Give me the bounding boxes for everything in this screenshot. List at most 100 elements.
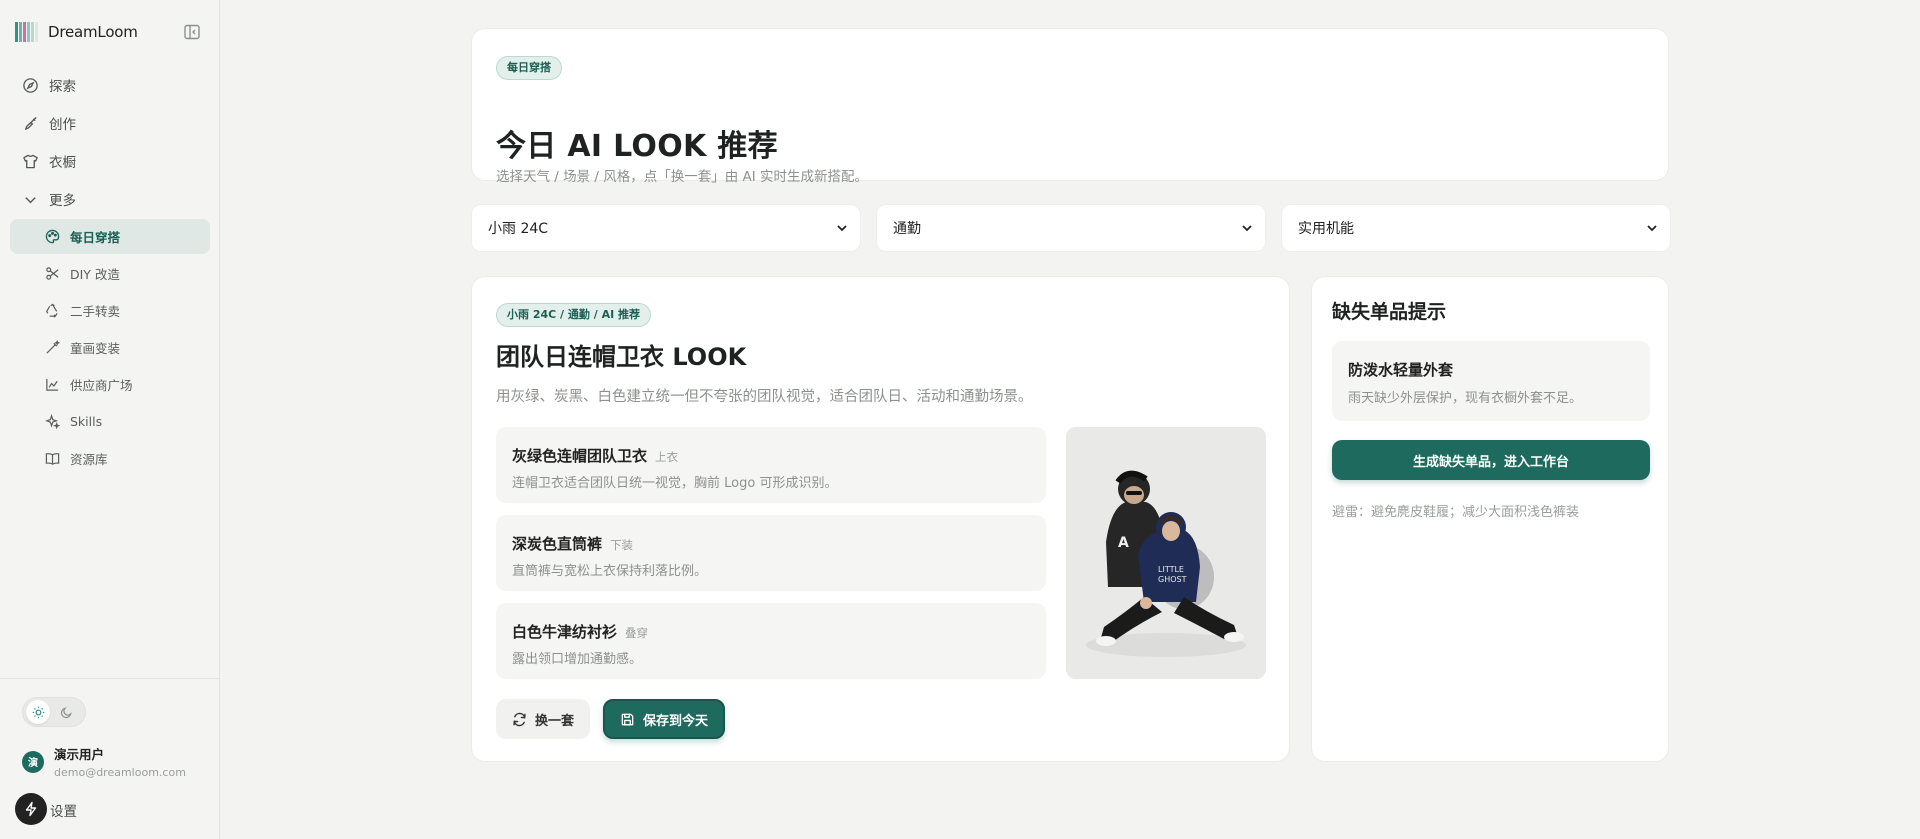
- dark-theme-option[interactable]: [54, 700, 78, 724]
- missing-item-desc: 雨天缺少外层保护，现有衣橱外套不足。: [1348, 391, 1583, 406]
- scene-select[interactable]: 通勤: [876, 204, 1266, 252]
- scissors-icon: [46, 267, 59, 280]
- sun-icon: [32, 706, 44, 718]
- hero-card: 每日穿搭 今日 AI LOOK 推荐 选择天气 / 场景 / 风格，点「换一套」…: [471, 28, 1669, 185]
- look-item-name: 深炭色直筒裤: [512, 535, 603, 553]
- nav-more-label: 更多: [49, 193, 76, 209]
- nav-item-wardrobe[interactable]: 衣橱: [10, 143, 210, 179]
- style-select-value: 实用机能: [1298, 221, 1354, 237]
- nav-item-label: 衣橱: [49, 155, 76, 171]
- sidebar-collapse-icon[interactable]: [183, 23, 201, 41]
- user-email: demo@dreamloom.com: [54, 766, 186, 779]
- save-icon: [621, 713, 634, 725]
- compass-icon: [23, 77, 38, 93]
- look-item-name: 灰绿色连帽团队卫衣: [512, 447, 648, 465]
- look-description: 用灰绿、炭黑、白色建立统一但不夸张的团队视觉，适合团队日、活动和通勤场景。: [496, 389, 1033, 405]
- lightning-icon: [25, 801, 37, 817]
- sidebar-item-kids-drawing[interactable]: 童画变装: [10, 330, 210, 365]
- look-badge: 小雨 24C / 通勤 / AI 推荐: [496, 303, 651, 327]
- missing-item[interactable]: 防泼水轻量外套 雨天缺少外层保护，现有衣橱外套不足。: [1332, 341, 1650, 421]
- avatar: 演: [22, 750, 44, 773]
- nav-item-label: 探索: [49, 79, 76, 95]
- svg-text:LITTLE: LITTLE: [1158, 565, 1184, 574]
- look-title: 团队日连帽卫衣 LOOK: [496, 343, 747, 371]
- look-item-desc: 直筒裤与宽松上衣保持利落比例。: [512, 564, 708, 579]
- magic-wand-icon: [46, 340, 60, 354]
- generate-missing-button[interactable]: 生成缺失单品，进入工作台: [1332, 440, 1650, 480]
- look-item[interactable]: 深炭色直筒裤 下装 直筒裤与宽松上衣保持利落比例。: [496, 515, 1046, 591]
- recycle-icon: [45, 303, 58, 318]
- book-icon: [45, 453, 60, 465]
- brand-name: DreamLoom: [48, 23, 138, 41]
- sidebar-item-label: 供应商广场: [70, 378, 133, 393]
- main-nav: 探索 创作 衣橱 更多 每日穿搭 DIY 改造 二手转卖 童画变装 供应商广场 …: [10, 67, 210, 478]
- missing-item-name: 防泼水轻量外套: [1348, 361, 1454, 379]
- theme-toggle[interactable]: [22, 697, 86, 727]
- sidebar-item-supplier[interactable]: 供应商广场: [10, 367, 210, 402]
- look-item[interactable]: 灰绿色连帽团队卫衣 上衣 连帽卫衣适合团队日统一视觉，胸前 Logo 可形成识别…: [496, 427, 1046, 503]
- swap-outfit-label: 换一套: [534, 713, 574, 729]
- brush-icon: [24, 116, 37, 130]
- weather-select-value: 小雨 24C: [488, 221, 549, 237]
- page-title: 今日 AI LOOK 推荐: [496, 129, 778, 164]
- user-name: 演示用户: [54, 747, 105, 762]
- save-today-label: 保存到今天: [642, 713, 708, 729]
- quick-action-button[interactable]: [15, 793, 47, 825]
- look-item[interactable]: 白色牛津纺衬衫 叠穿 露出领口增加通勤感。: [496, 603, 1046, 679]
- svg-text:GHOST: GHOST: [1158, 575, 1187, 584]
- sidebar-item-skills[interactable]: Skills: [10, 404, 210, 439]
- look-item-name: 白色牛津纺衬衫: [512, 623, 618, 641]
- look-item-tag: 下装: [610, 538, 634, 552]
- outfit-model-illustration: A LITTLE GHOST: [1066, 427, 1266, 679]
- brand[interactable]: DreamLoom: [15, 20, 138, 44]
- weather-select[interactable]: 小雨 24C: [471, 204, 861, 252]
- svg-text:A: A: [1118, 535, 1129, 551]
- avoid-tips: 避雷：避免麂皮鞋履；减少大面积浅色裤装: [1332, 505, 1580, 520]
- nav-item-explore[interactable]: 探索: [10, 67, 210, 103]
- page-subtitle: 选择天气 / 场景 / 风格，点「换一套」由 AI 实时生成新搭配。: [496, 169, 869, 185]
- sidebar-item-label: 二手转卖: [70, 304, 121, 319]
- refresh-icon: [513, 712, 526, 726]
- look-item-desc: 露出领口增加通勤感。: [512, 652, 643, 667]
- look-item-tag: 上衣: [655, 450, 679, 464]
- user-profile[interactable]: 演 演示用户 demo@dreamloom.com: [22, 744, 186, 779]
- look-photo: A LITTLE GHOST: [1066, 427, 1266, 679]
- sidebar-item-label: Skills: [70, 414, 103, 429]
- chevron-down-icon: [1647, 225, 1657, 232]
- dreamloom-logo-icon: [15, 22, 38, 42]
- palette-icon: [45, 229, 60, 244]
- sidebar-item-resell[interactable]: 二手转卖: [10, 293, 210, 328]
- missing-items-card: 缺失单品提示 防泼水轻量外套 雨天缺少外层保护，现有衣橱外套不足。 生成缺失单品…: [1311, 276, 1669, 762]
- sparkle-icon: [45, 414, 60, 429]
- shirt-icon: [23, 154, 38, 168]
- chevron-down-icon: [1242, 225, 1252, 232]
- look-item-desc: 连帽卫衣适合团队日统一视觉，胸前 Logo 可形成识别。: [512, 476, 838, 491]
- sidebar-divider: [0, 678, 220, 679]
- swap-outfit-button[interactable]: 换一套: [496, 699, 590, 739]
- sidebar-item-label: DIY 改造: [70, 267, 120, 282]
- look-item-tag: 叠穿: [625, 626, 649, 640]
- chevron-down-icon: [837, 225, 847, 232]
- chart-icon: [46, 378, 59, 391]
- settings-link[interactable]: 设置: [50, 800, 77, 820]
- sidebar-item-daily-outfit[interactable]: 每日穿搭: [10, 219, 210, 254]
- hero-badge: 每日穿搭: [496, 56, 562, 80]
- sidebar-item-label: 每日穿搭: [70, 230, 121, 245]
- chevron-down-icon: [25, 196, 36, 203]
- nav-item-create[interactable]: 创作: [10, 105, 210, 141]
- save-today-button[interactable]: 保存到今天: [603, 699, 725, 739]
- sidebar-item-library[interactable]: 资源库: [10, 441, 210, 476]
- nav-more-toggle[interactable]: 更多: [10, 181, 210, 217]
- moon-icon: [60, 706, 72, 718]
- sidebar-item-label: 资源库: [70, 452, 108, 467]
- style-select[interactable]: 实用机能: [1281, 204, 1671, 252]
- look-card: 小雨 24C / 通勤 / AI 推荐 团队日连帽卫衣 LOOK 用灰绿、炭黑、…: [471, 276, 1290, 762]
- scene-select-value: 通勤: [893, 221, 921, 237]
- light-theme-option[interactable]: [26, 700, 50, 724]
- sidebar: DreamLoom 探索 创作 衣橱 更多 每日穿搭 DIY 改造 二手转卖 童…: [0, 0, 220, 839]
- sidebar-item-diy[interactable]: DIY 改造: [10, 256, 210, 291]
- sidebar-item-label: 童画变装: [70, 341, 121, 356]
- more-sub-list: 每日穿搭 DIY 改造 二手转卖 童画变装 供应商广场 Skills 资源库: [10, 219, 210, 476]
- nav-item-label: 创作: [49, 117, 76, 133]
- missing-items-title: 缺失单品提示: [1332, 301, 1447, 323]
